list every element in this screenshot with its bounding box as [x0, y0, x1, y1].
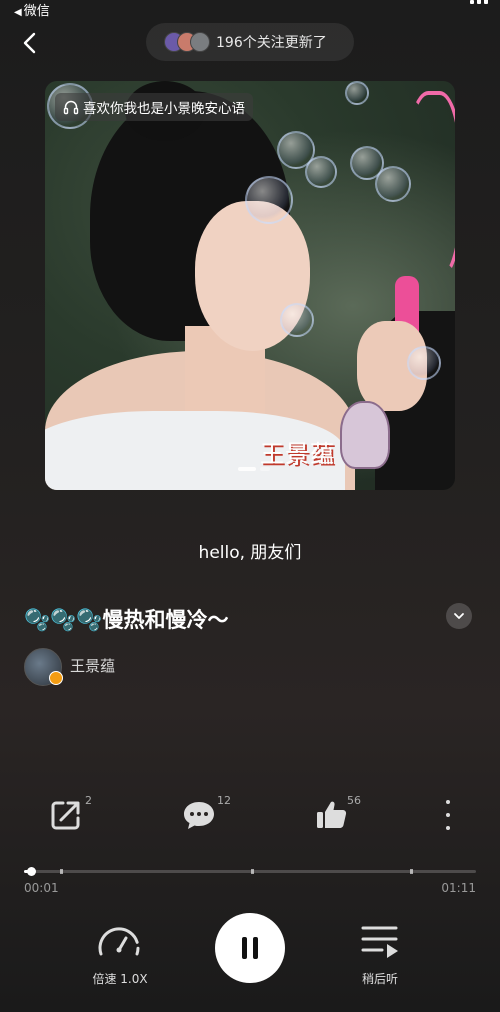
- expand-button[interactable]: [446, 603, 472, 629]
- bubble: [407, 346, 441, 380]
- speed-button[interactable]: [95, 920, 143, 964]
- progress-marker: [60, 869, 63, 874]
- comment-button[interactable]: [181, 797, 217, 833]
- back-triangle-icon: ◀: [14, 7, 22, 18]
- progress-marker: [251, 869, 254, 874]
- pause-icon: [242, 937, 258, 959]
- share-icon: [51, 801, 80, 830]
- more-options-button[interactable]: [440, 800, 456, 830]
- followers-update-text: 196个关注更新了: [216, 35, 327, 51]
- cover-sticker: 王景蕴: [260, 401, 410, 481]
- progress-bar[interactable]: [24, 870, 476, 873]
- verified-badge-icon: [49, 671, 63, 685]
- status-back-label: 微信: [23, 4, 50, 19]
- signal-icon: [470, 0, 488, 4]
- followers-update-pill[interactable]: 196个关注更新了: [146, 23, 354, 61]
- playlist-add-icon: [361, 926, 398, 958]
- progress-marker: [410, 869, 413, 874]
- cover-tag: 喜欢你我也是小景晚安心语: [55, 93, 253, 121]
- like-button[interactable]: [314, 797, 350, 833]
- more-dot: [446, 826, 450, 830]
- follower-avatars: [164, 32, 212, 52]
- more-dot: [446, 813, 450, 817]
- cover-image[interactable]: 喜欢你我也是小景晚安心语 王景蕴: [45, 81, 455, 490]
- comment-count: 12: [217, 794, 231, 807]
- bubble: [245, 176, 293, 224]
- chevron-down-icon: [454, 613, 464, 619]
- bubble: [305, 156, 337, 188]
- bubble: [280, 303, 314, 337]
- more-dot: [446, 800, 450, 804]
- progress-knob[interactable]: [27, 867, 36, 876]
- bubble: [345, 81, 369, 105]
- speedometer-icon: [98, 927, 140, 956]
- listen-later-label: 稍后听: [361, 972, 398, 986]
- sticker-illustration: [340, 401, 390, 469]
- status-bar-back-app[interactable]: ◀ 微信: [14, 0, 50, 19]
- cover-tag-text: 喜欢你我也是小景晚安心语: [83, 101, 245, 117]
- headphones-icon: [63, 100, 79, 115]
- back-button[interactable]: [20, 30, 42, 56]
- listen-later-button[interactable]: [360, 923, 402, 963]
- comment-icon: [184, 802, 214, 829]
- avatar: [190, 32, 210, 52]
- like-count: 56: [347, 794, 361, 807]
- bubble: [375, 166, 411, 202]
- thumbs-up-icon: [317, 801, 347, 828]
- share-count: 2: [85, 794, 92, 807]
- current-time: 00:01: [24, 881, 59, 895]
- share-button[interactable]: [48, 797, 84, 833]
- bubble-wand-ring: [405, 91, 455, 279]
- chevron-left-icon: [23, 32, 36, 54]
- speed-label: 倍速 1.0X: [92, 972, 148, 986]
- lyric-line: hello, 朋友们: [198, 543, 302, 563]
- pause-button[interactable]: [215, 913, 285, 983]
- author-name[interactable]: 王景蕴: [70, 655, 115, 676]
- cover-page-dots: [238, 467, 270, 471]
- track-title: 🫧🫧🫧慢热和慢冷～: [24, 608, 229, 632]
- total-time: 01:11: [441, 881, 476, 895]
- sticker-text: 王景蕴: [260, 440, 335, 468]
